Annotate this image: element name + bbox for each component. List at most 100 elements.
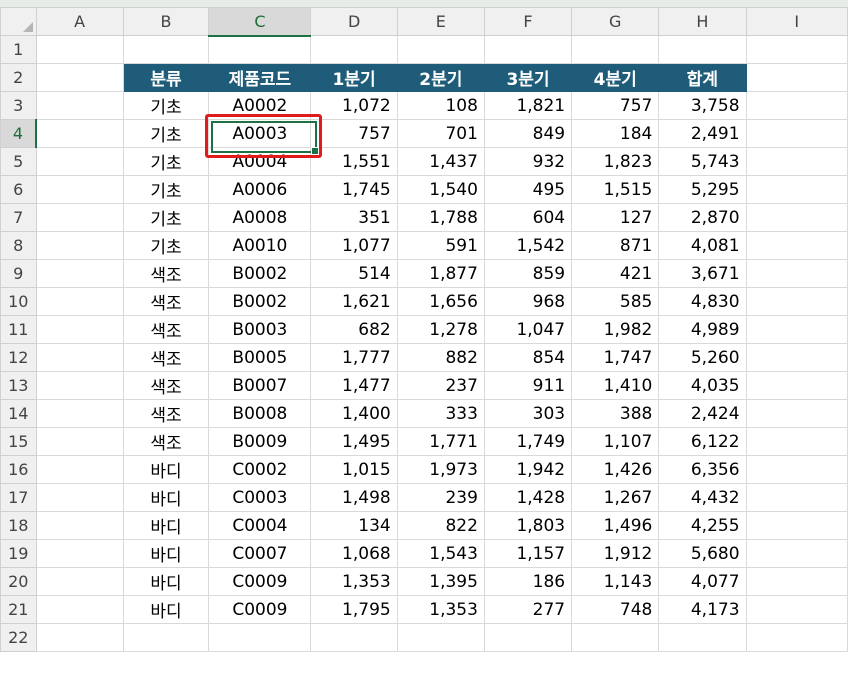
cell-f14[interactable]: 303 [483, 399, 573, 428]
cell-h21[interactable]: 4,173 [658, 595, 747, 624]
cell-a7[interactable] [35, 203, 124, 232]
cell-e4[interactable]: 701 [396, 119, 485, 148]
cell-d3[interactable]: 1,072 [310, 91, 398, 120]
cell-a4[interactable] [35, 119, 124, 148]
cell-b20[interactable]: 바디 [122, 567, 210, 596]
cell-g16[interactable]: 1,426 [571, 455, 660, 484]
cell-b9[interactable]: 색조 [122, 259, 210, 288]
cell-g20[interactable]: 1,143 [571, 567, 660, 596]
row-header-6[interactable]: 6 [0, 175, 37, 204]
cell-f20[interactable]: 186 [483, 567, 573, 596]
column-header-i[interactable]: I [745, 7, 848, 36]
cell-h7[interactable]: 2,870 [658, 203, 747, 232]
cell-d14[interactable]: 1,400 [310, 399, 398, 428]
cell-g17[interactable]: 1,267 [571, 483, 660, 512]
cell-g14[interactable]: 388 [571, 399, 660, 428]
cell-a10[interactable] [35, 287, 124, 316]
cell-e15[interactable]: 1,771 [396, 427, 485, 456]
row-header-15[interactable]: 15 [0, 427, 37, 456]
row-header-21[interactable]: 21 [0, 595, 37, 624]
cell-d7[interactable]: 351 [310, 203, 398, 232]
row-header-4[interactable]: 4 [0, 119, 38, 148]
cell-f19[interactable]: 1,157 [483, 539, 573, 568]
cell-f16[interactable]: 1,942 [483, 455, 573, 484]
cell-f1[interactable] [483, 35, 573, 64]
cell-g19[interactable]: 1,912 [571, 539, 660, 568]
cell-d10[interactable]: 1,621 [310, 287, 398, 316]
cell-h19[interactable]: 5,680 [658, 539, 747, 568]
cell-f5[interactable]: 932 [483, 147, 573, 176]
cell-i20[interactable] [745, 567, 848, 596]
cell-d18[interactable]: 134 [310, 511, 398, 540]
cell-b1[interactable] [122, 35, 210, 64]
cell-h8[interactable]: 4,081 [658, 231, 747, 260]
cell-c18[interactable]: C0004 [208, 511, 312, 540]
cell-e17[interactable]: 239 [396, 483, 485, 512]
cell-b12[interactable]: 색조 [122, 343, 210, 372]
cell-f11[interactable]: 1,047 [483, 315, 573, 344]
cell-b6[interactable]: 기초 [122, 175, 210, 204]
cell-c20[interactable]: C0009 [208, 567, 312, 596]
cell-a13[interactable] [35, 371, 124, 400]
cell-h16[interactable]: 6,356 [658, 455, 747, 484]
cell-i11[interactable] [745, 315, 848, 344]
cell-c10[interactable]: B0002 [208, 287, 312, 316]
cell-i13[interactable] [745, 371, 848, 400]
cell-c5[interactable]: A0004 [208, 147, 312, 176]
cell-a15[interactable] [35, 427, 124, 456]
row-header-19[interactable]: 19 [0, 539, 37, 568]
cell-i3[interactable] [745, 91, 848, 120]
cell-b8[interactable]: 기초 [122, 231, 210, 260]
row-header-20[interactable]: 20 [0, 567, 37, 596]
cell-g5[interactable]: 1,823 [571, 147, 660, 176]
row-header-22[interactable]: 22 [0, 623, 37, 652]
cell-g2[interactable]: 4분기 [571, 63, 660, 92]
column-header-d[interactable]: D [310, 7, 398, 36]
cell-f10[interactable]: 968 [483, 287, 573, 316]
cell-g6[interactable]: 1,515 [571, 175, 660, 204]
cell-h1[interactable] [658, 35, 747, 64]
cell-e12[interactable]: 882 [396, 343, 485, 372]
cell-b7[interactable]: 기초 [122, 203, 210, 232]
cell-e2[interactable]: 2분기 [396, 63, 485, 92]
cell-f4[interactable]: 849 [483, 119, 573, 148]
cell-b21[interactable]: 바디 [122, 595, 210, 624]
cell-g12[interactable]: 1,747 [571, 343, 660, 372]
cell-h22[interactable] [658, 623, 747, 652]
cell-i16[interactable] [745, 455, 848, 484]
cell-g22[interactable] [571, 623, 660, 652]
cell-d11[interactable]: 682 [310, 315, 398, 344]
cell-c19[interactable]: C0007 [208, 539, 312, 568]
cell-c6[interactable]: A0006 [208, 175, 312, 204]
cell-b10[interactable]: 색조 [122, 287, 210, 316]
row-header-11[interactable]: 11 [0, 315, 37, 344]
cell-g11[interactable]: 1,982 [571, 315, 660, 344]
cell-f22[interactable] [483, 623, 573, 652]
column-header-b[interactable]: B [122, 7, 210, 36]
cell-f12[interactable]: 854 [483, 343, 573, 372]
cell-e13[interactable]: 237 [396, 371, 485, 400]
column-header-c[interactable]: C [208, 7, 312, 37]
cell-c13[interactable]: B0007 [208, 371, 312, 400]
cell-h18[interactable]: 4,255 [658, 511, 747, 540]
cell-a12[interactable] [35, 343, 124, 372]
cell-g8[interactable]: 871 [571, 231, 660, 260]
cell-c14[interactable]: B0008 [208, 399, 312, 428]
cell-g1[interactable] [571, 35, 660, 64]
cell-f7[interactable]: 604 [483, 203, 573, 232]
cell-i15[interactable] [745, 427, 848, 456]
cell-d16[interactable]: 1,015 [310, 455, 398, 484]
cell-c8[interactable]: A0010 [208, 231, 312, 260]
row-header-5[interactable]: 5 [0, 147, 37, 176]
cell-a6[interactable] [35, 175, 124, 204]
cell-h6[interactable]: 5,295 [658, 175, 747, 204]
cell-d19[interactable]: 1,068 [310, 539, 398, 568]
cell-a18[interactable] [35, 511, 124, 540]
cell-h15[interactable]: 6,122 [658, 427, 747, 456]
cell-e14[interactable]: 333 [396, 399, 485, 428]
cell-c16[interactable]: C0002 [208, 455, 312, 484]
cell-a22[interactable] [35, 623, 124, 652]
cell-b17[interactable]: 바디 [122, 483, 210, 512]
cell-i18[interactable] [745, 511, 848, 540]
cell-b4[interactable]: 기초 [122, 119, 210, 148]
